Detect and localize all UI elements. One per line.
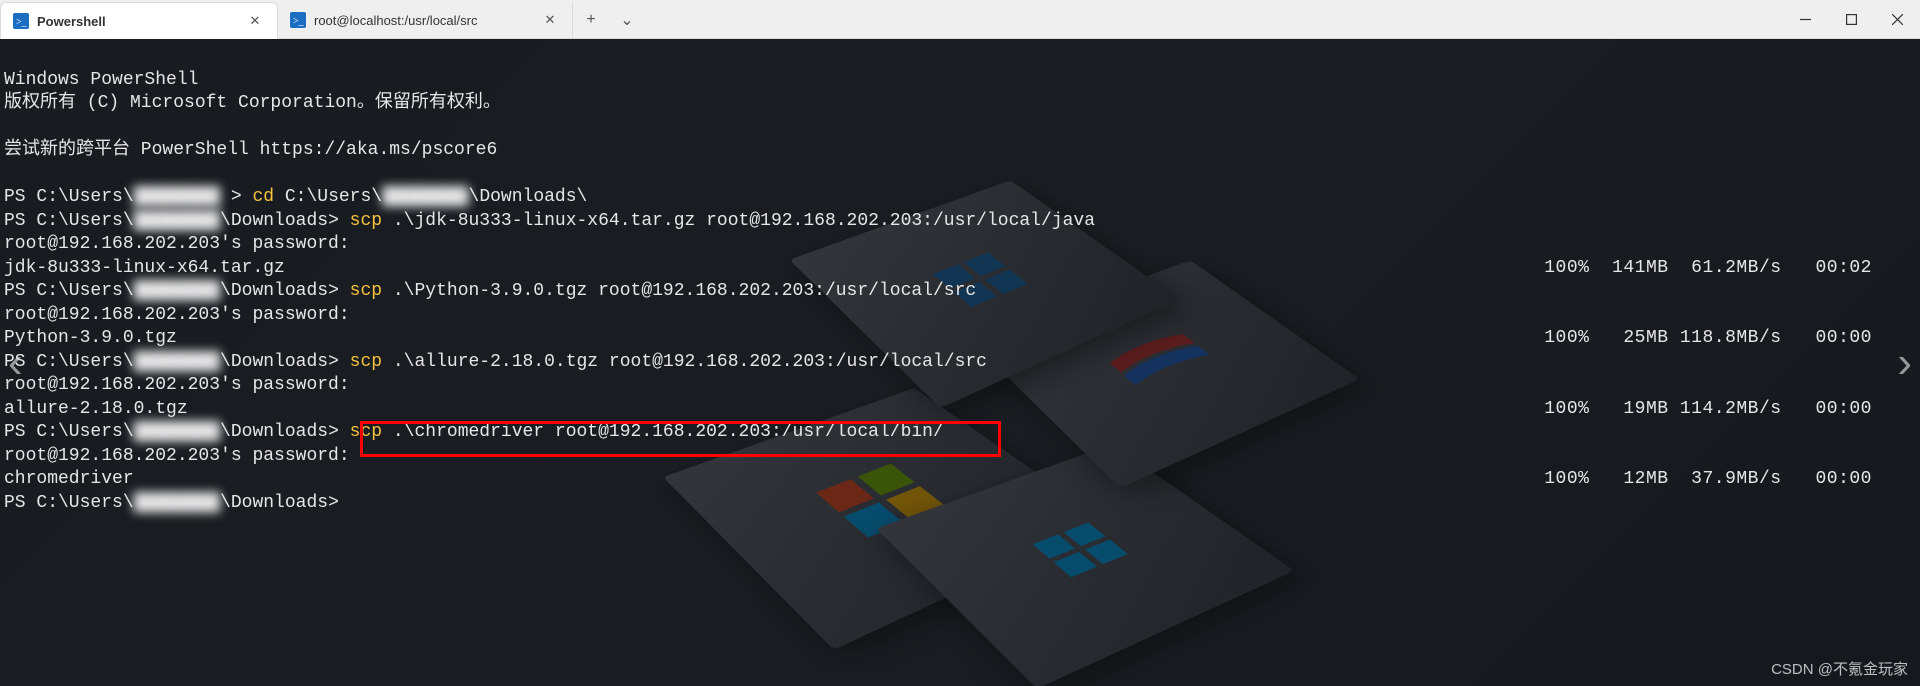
chevron-down-icon: ⌄ [620, 10, 633, 30]
banner-line: 尝试新的跨平台 PowerShell https://aka.ms/pscore… [4, 140, 497, 160]
output-line: root@192.168.202.203's password: [4, 305, 350, 325]
terminal-viewport: ‹ › Windows PowerShell 版权所有 (C) Microsof… [0, 39, 1920, 686]
svg-text:>_: >_ [16, 17, 28, 28]
window-close-button[interactable] [1874, 0, 1920, 38]
tab-close-button[interactable]: ✕ [540, 10, 560, 30]
banner-line: Windows PowerShell [4, 70, 198, 90]
window-maximize-button[interactable] [1828, 0, 1874, 38]
powershell-icon: >_ [290, 12, 306, 28]
prompt-line: PS C:\Users\████████\Downloads> [4, 493, 339, 513]
prompt-line: PS C:\Users\████████\Downloads> scp .\al… [4, 352, 987, 372]
transfer-row: Python-3.9.0.tgz100% 25MB 118.8MB/s 00:0… [4, 327, 1916, 351]
output-line: root@192.168.202.203's password: [4, 446, 350, 466]
tab-close-button[interactable]: ✕ [245, 11, 265, 31]
tab-strip: >_ Powershell ✕ >_ root@localhost:/usr/l… [0, 0, 1920, 39]
plus-icon: + [586, 11, 595, 29]
prompt-line: PS C:\Users\████████\Downloads> scp .\jd… [4, 211, 1095, 231]
prompt-line: PS C:\Users\████████\Downloads> scp .\Py… [4, 281, 976, 301]
window-controls [1782, 0, 1920, 38]
tab-dropdown-button[interactable]: ⌄ [609, 2, 645, 38]
transfer-row: jdk-8u333-linux-x64.tar.gz100% 141MB 61.… [4, 257, 1916, 281]
terminal-output[interactable]: Windows PowerShell 版权所有 (C) Microsoft Co… [0, 39, 1920, 686]
output-line: root@192.168.202.203's password: [4, 375, 350, 395]
transfer-row: chromedriver100% 12MB 37.9MB/s 00:00 [4, 468, 1916, 492]
watermark: CSDN @不氪金玩家 [1771, 658, 1908, 679]
tab-ssh[interactable]: >_ root@localhost:/usr/local/src ✕ [278, 2, 573, 38]
window-minimize-button[interactable] [1782, 0, 1828, 38]
banner-line: 版权所有 (C) Microsoft Corporation。保留所有权利。 [4, 93, 501, 113]
new-tab-button[interactable]: + [573, 2, 609, 38]
svg-text:>_: >_ [293, 16, 305, 27]
tab-title: root@localhost:/usr/local/src [314, 13, 532, 28]
powershell-icon: >_ [13, 13, 29, 29]
transfer-row: allure-2.18.0.tgz100% 19MB 114.2MB/s 00:… [4, 398, 1916, 422]
tab-powershell[interactable]: >_ Powershell ✕ [0, 2, 278, 39]
output-line: root@192.168.202.203's password: [4, 234, 350, 254]
tab-title: Powershell [37, 14, 237, 29]
prompt-line: PS C:\Users\████████\Downloads> scp .\ch… [4, 422, 944, 442]
prompt-line: PS C:\Users\████████ > cd C:\Users\█████… [4, 187, 587, 207]
